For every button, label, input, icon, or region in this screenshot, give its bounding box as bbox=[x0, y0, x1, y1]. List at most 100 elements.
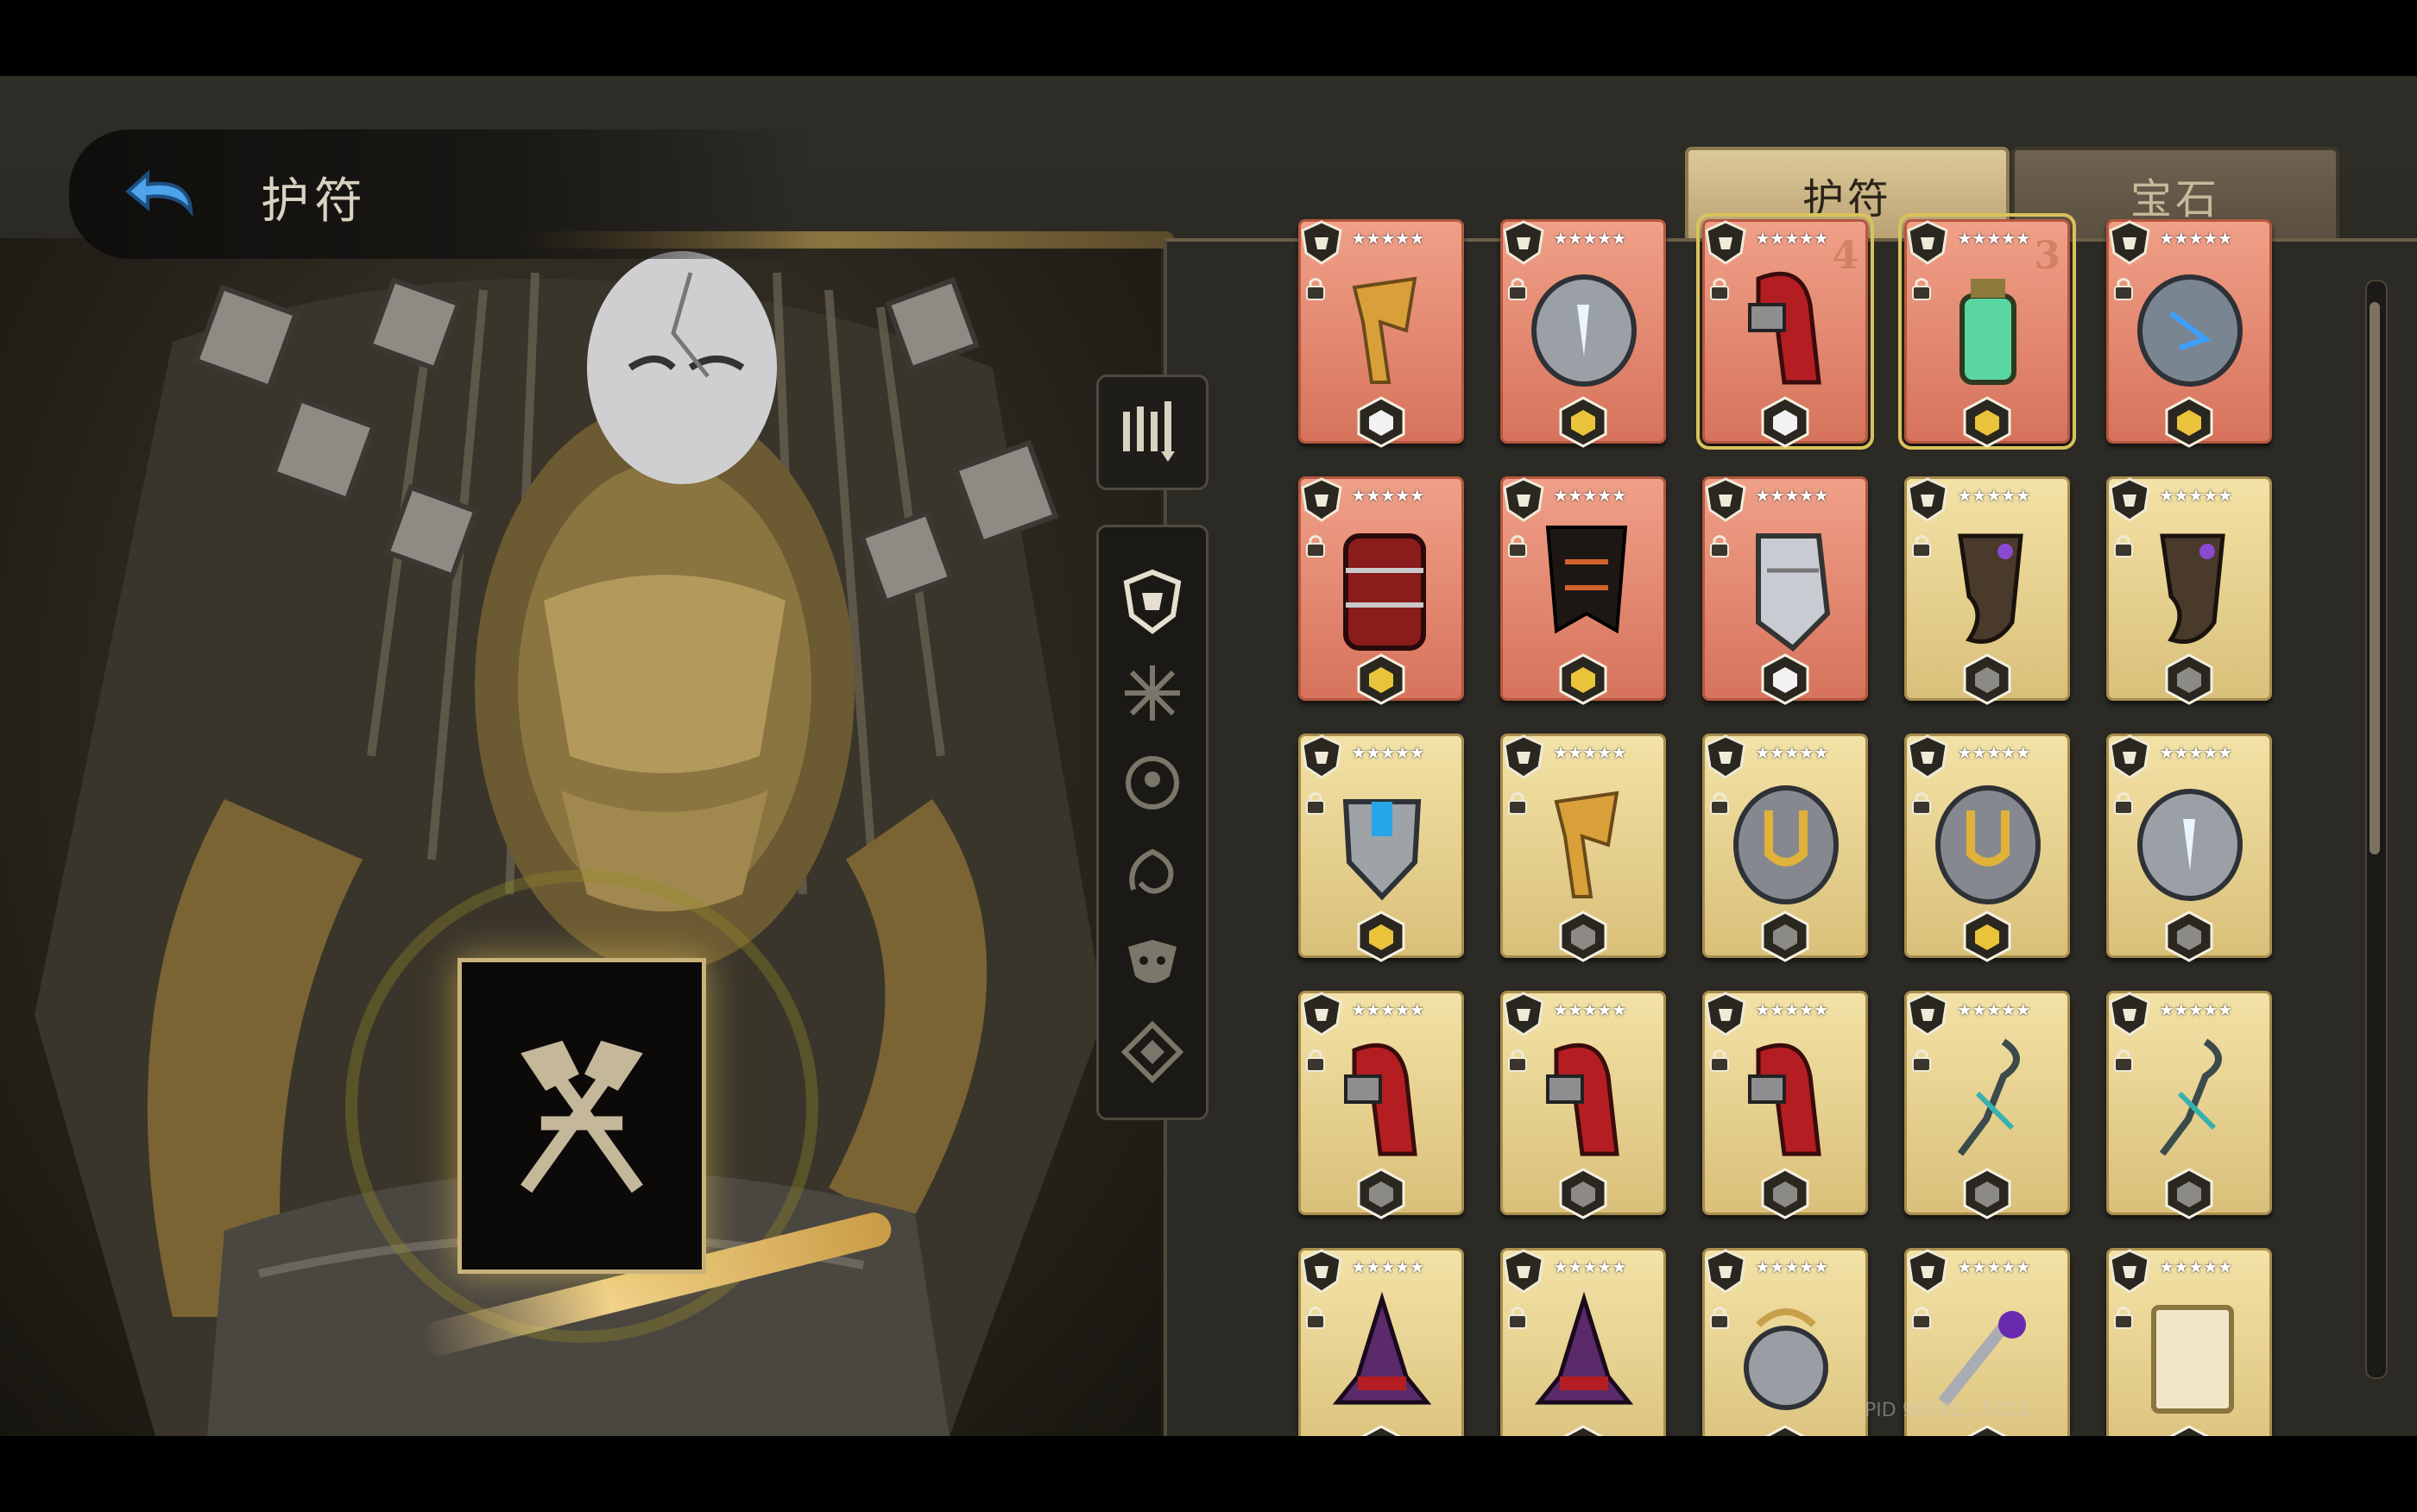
charm-card[interactable]: ★★★★★ bbox=[1298, 734, 1464, 962]
star-rating: ★★★★★ bbox=[2159, 742, 2233, 763]
rarity-gem-icon bbox=[2165, 653, 2213, 705]
rarity-gem-icon bbox=[2165, 910, 2213, 962]
rarity-gem-icon bbox=[1360, 1425, 1402, 1436]
star-rating: ★★★★★ bbox=[1957, 999, 2031, 1020]
charm-card[interactable]: ★★★★★ bbox=[2106, 991, 2272, 1219]
star-rating: ★★★★★ bbox=[1957, 1257, 2031, 1277]
scrollbar-thumb[interactable] bbox=[2370, 302, 2380, 854]
back-arrow-icon bbox=[125, 169, 193, 217]
charm-card[interactable]: ★★★★★ bbox=[2106, 219, 2272, 448]
rarity-gem-icon bbox=[1764, 1425, 1806, 1436]
rarity-gem-icon bbox=[1761, 910, 1809, 962]
star-rating: ★★★★★ bbox=[1351, 228, 1425, 249]
charm-card[interactable]: ★★★★★ bbox=[2106, 476, 2272, 705]
purple-horn-icon bbox=[1958, 533, 2023, 644]
charm-card[interactable]: ★★★★★ bbox=[1702, 476, 1868, 705]
star-rating: ★★★★★ bbox=[2159, 1257, 2233, 1277]
star-rating: ★★★★★ bbox=[1755, 1257, 1829, 1277]
star-rating: ★★★★★ bbox=[2159, 999, 2233, 1020]
star-rating: ★★★★★ bbox=[1553, 1257, 1627, 1277]
star-rating: ★★★★★ bbox=[1755, 485, 1829, 506]
rarity-gem-icon bbox=[1966, 1425, 2008, 1436]
blue-rune-stone-icon bbox=[2137, 274, 2243, 387]
category-jester-mask[interactable] bbox=[1118, 928, 1187, 997]
back-button[interactable] bbox=[121, 148, 211, 238]
sort-filter-icon bbox=[1123, 401, 1175, 462]
star-rating: ★★★★★ bbox=[1351, 999, 1425, 1020]
header-bar: 护符 bbox=[69, 129, 811, 259]
charm-card[interactable]: ★★★★★ bbox=[1904, 476, 2070, 705]
star-rating: ★★★★★ bbox=[1755, 999, 1829, 1020]
rarity-gem-icon bbox=[2165, 396, 2213, 448]
category-shield-crest[interactable] bbox=[1118, 567, 1187, 636]
selected-charm-card[interactable] bbox=[458, 958, 706, 1274]
star-rating: ★★★★★ bbox=[1351, 1257, 1425, 1277]
charm-card[interactable]: ★★★★★ bbox=[1702, 1248, 1868, 1436]
charm-card[interactable]: ★★★★★ bbox=[1500, 476, 1666, 705]
star-rating: ★★★★★ bbox=[1957, 742, 2031, 763]
rarity-gem-icon bbox=[1963, 910, 2011, 962]
rune-stone-icon bbox=[1531, 274, 1637, 387]
red-armor-glove-icon bbox=[1343, 533, 1426, 651]
charm-card[interactable]: ★★★★★ bbox=[1298, 1248, 1464, 1436]
rarity-gem-icon bbox=[1357, 653, 1405, 705]
star-rating: ★★★★★ bbox=[1351, 742, 1425, 763]
rarity-gem-icon bbox=[1963, 396, 2011, 448]
rarity-gem-icon bbox=[2168, 1425, 2210, 1436]
rune-scroll-icon bbox=[1129, 848, 1174, 894]
purple-hat-icon bbox=[1534, 1291, 1634, 1405]
letterbox-top bbox=[0, 0, 2417, 76]
rarity-gem-icon bbox=[1357, 1168, 1405, 1219]
letterbox-bottom bbox=[0, 1436, 2417, 1512]
rarity-gem-icon bbox=[1559, 1168, 1607, 1219]
category-rune-scroll[interactable] bbox=[1118, 838, 1187, 907]
star-rating: ★★★★★ bbox=[2159, 485, 2233, 506]
charm-card[interactable]: ★★★★★ bbox=[1298, 219, 1464, 448]
charm-card[interactable]: ★★★★★ bbox=[1500, 734, 1666, 962]
star-rating: ★★★★★ bbox=[1553, 228, 1627, 249]
rarity-gem-icon bbox=[1963, 653, 2011, 705]
charm-card[interactable]: ★★★★★ bbox=[1500, 991, 1666, 1219]
thorn-burst-icon bbox=[1125, 665, 1180, 721]
charm-card[interactable]: ★★★★★ 4 bbox=[1696, 213, 1874, 450]
star-rating: ★★★★★ bbox=[1755, 742, 1829, 763]
sort-button[interactable] bbox=[1096, 375, 1208, 490]
charm-card[interactable]: ★★★★★ bbox=[1702, 734, 1868, 962]
rarity-gem-icon bbox=[1963, 1168, 2011, 1219]
purple-horn-icon bbox=[2160, 533, 2225, 644]
rarity-gem-icon bbox=[1761, 396, 1809, 448]
crossed-axes-icon bbox=[521, 1040, 643, 1194]
category-hand-orb[interactable] bbox=[1118, 748, 1187, 817]
green-lantern-icon bbox=[1959, 279, 2016, 385]
rarity-gem-icon bbox=[1761, 653, 1809, 705]
red-gauntlet-icon bbox=[1546, 1043, 1619, 1156]
charm-card[interactable]: ★★★★★ bbox=[1702, 991, 1868, 1219]
rarity-gem-icon bbox=[1357, 396, 1405, 448]
charm-card[interactable]: ★★★★★ bbox=[1298, 476, 1464, 705]
red-gauntlet-icon bbox=[1748, 271, 1821, 385]
charm-card[interactable]: ★★★★★ bbox=[2106, 1248, 2272, 1436]
scroll-map-icon bbox=[2151, 1305, 2234, 1414]
charm-card[interactable]: ★★★★★ bbox=[2106, 734, 2272, 962]
gold-u-stone-icon bbox=[1733, 785, 1839, 904]
chain-hook-icon bbox=[2159, 1038, 2222, 1156]
player-id-watermark: PID 96082…5012 bbox=[1865, 1400, 2030, 1421]
diamond-knot-icon bbox=[1120, 1020, 1184, 1084]
star-rating: ★★★★★ bbox=[1553, 485, 1627, 506]
charm-card[interactable]: ★★★★★ bbox=[1500, 219, 1666, 448]
charm-card[interactable]: ★★★★★ bbox=[1298, 991, 1464, 1219]
charm-card[interactable]: ★★★★★ bbox=[1904, 991, 2070, 1219]
banner-claw-icon bbox=[1352, 276, 1417, 384]
game-screen: 护符 护符 宝石 ★★★★★ ★★★★★ ★★★★★ 4 ★★★★★ 3 ★★★… bbox=[0, 76, 2417, 1436]
category-thorn-burst[interactable] bbox=[1118, 658, 1187, 728]
charm-card[interactable]: ★★★★★ 3 bbox=[1898, 213, 2076, 450]
red-gauntlet-icon bbox=[1748, 1043, 1821, 1156]
gear-hand-icon bbox=[1744, 1308, 1828, 1410]
star-rating: ★★★★★ bbox=[1351, 485, 1425, 506]
rarity-gem-icon bbox=[1562, 1425, 1604, 1436]
shield-crest-icon bbox=[1123, 569, 1182, 634]
charm-card[interactable]: ★★★★★ bbox=[1500, 1248, 1666, 1436]
rarity-gem-icon bbox=[1559, 653, 1607, 705]
charm-card[interactable]: ★★★★★ bbox=[1904, 734, 2070, 962]
category-diamond-knot[interactable] bbox=[1118, 1017, 1187, 1087]
